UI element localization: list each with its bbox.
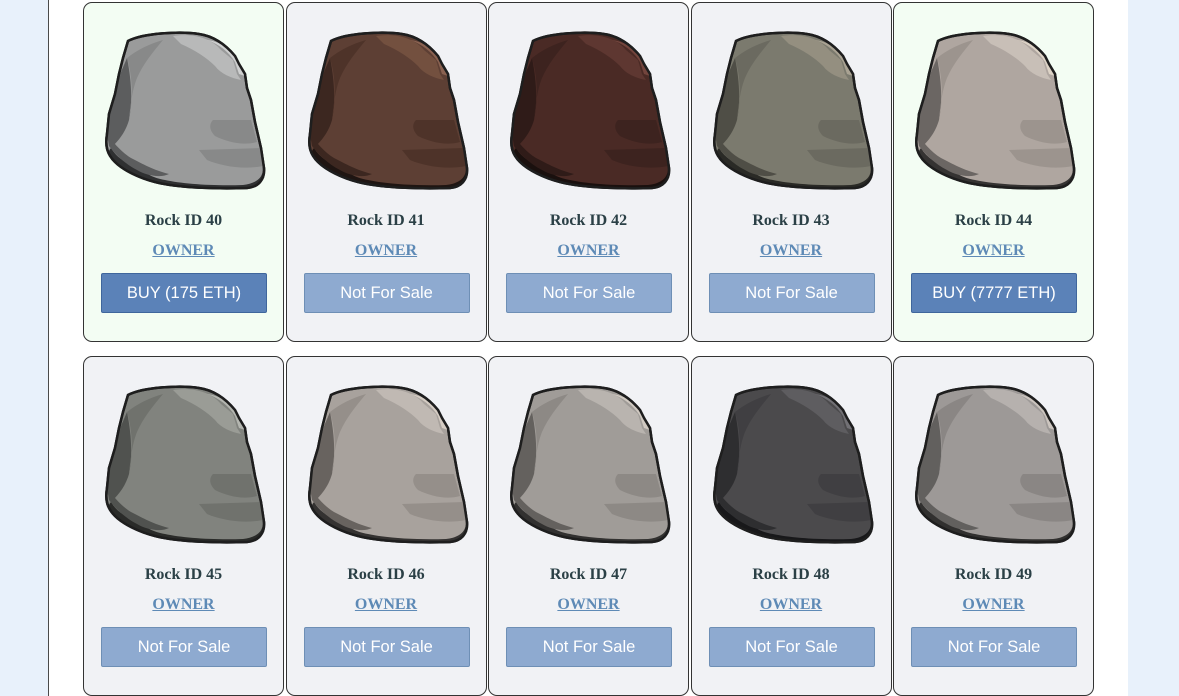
rock-image[interactable] [913, 30, 1077, 195]
rock-id-label: Rock ID 44 [954, 212, 1033, 229]
buy-button[interactable]: BUY (175 ETH) [101, 273, 267, 313]
owner-link[interactable]: OWNER [287, 242, 486, 260]
rock-image[interactable] [508, 384, 672, 549]
rock-image[interactable] [306, 384, 470, 549]
not-for-sale-button[interactable]: Not For Sale [708, 627, 875, 667]
rock-card: Rock ID 44 OWNER BUY (7777 ETH) [893, 2, 1094, 342]
rock-image[interactable] [103, 384, 267, 549]
rock-id-label: Rock ID 41 [347, 212, 425, 229]
rock-id-label: Rock ID 43 [752, 212, 830, 229]
rock-image[interactable] [711, 30, 875, 195]
rock-id-label: Rock ID 49 [954, 566, 1033, 583]
rock-card: Rock ID 46 OWNER Not For Sale [285, 356, 487, 696]
rock-id-label: Rock ID 42 [549, 212, 628, 229]
rock-card: Rock ID 49 OWNER Not For Sale [893, 356, 1094, 696]
rock-card: Rock ID 48 OWNER Not For Sale [690, 356, 892, 696]
rock-card: Rock ID 47 OWNER Not For Sale [488, 356, 689, 696]
owner-link[interactable]: OWNER [692, 596, 891, 614]
rock-card: Rock ID 42 OWNER Not For Sale [488, 2, 689, 342]
rock-image[interactable] [306, 30, 470, 195]
not-for-sale-button[interactable]: Not For Sale [506, 273, 672, 313]
rock-id-label: Rock ID 46 [347, 566, 425, 583]
rock-id-label: Rock ID 40 [144, 212, 223, 229]
not-for-sale-button[interactable]: Not For Sale [506, 627, 672, 667]
rock-id-label: Rock ID 48 [752, 566, 830, 583]
owner-link[interactable]: OWNER [287, 596, 486, 614]
rock-id-label: Rock ID 45 [144, 566, 223, 583]
not-for-sale-button[interactable]: Not For Sale [303, 627, 470, 667]
rock-image[interactable] [913, 384, 1077, 549]
rock-image[interactable] [103, 30, 267, 195]
not-for-sale-button[interactable]: Not For Sale [911, 627, 1077, 667]
not-for-sale-button[interactable]: Not For Sale [303, 273, 470, 313]
owner-link[interactable]: OWNER [489, 242, 688, 260]
rock-grid: Rock ID 40 OWNER BUY (175 ETH) Rock ID 4… [83, 2, 1094, 696]
owner-link[interactable]: OWNER [489, 596, 688, 614]
buy-button[interactable]: BUY (7777 ETH) [911, 273, 1077, 313]
rock-card: Rock ID 41 OWNER Not For Sale [285, 2, 487, 342]
rock-id-label: Rock ID 47 [549, 566, 628, 583]
rock-card: Rock ID 40 OWNER BUY (175 ETH) [83, 2, 284, 342]
owner-link[interactable]: OWNER [894, 596, 1093, 614]
rock-image[interactable] [711, 384, 875, 549]
not-for-sale-button[interactable]: Not For Sale [708, 273, 875, 313]
rock-image[interactable] [508, 30, 672, 195]
owner-link[interactable]: OWNER [84, 242, 283, 260]
rock-card: Rock ID 45 OWNER Not For Sale [83, 356, 284, 696]
owner-link[interactable]: OWNER [692, 242, 891, 260]
not-for-sale-button[interactable]: Not For Sale [101, 627, 267, 667]
owner-link[interactable]: OWNER [894, 242, 1093, 260]
owner-link[interactable]: OWNER [84, 596, 283, 614]
rock-card: Rock ID 43 OWNER Not For Sale [690, 2, 892, 342]
